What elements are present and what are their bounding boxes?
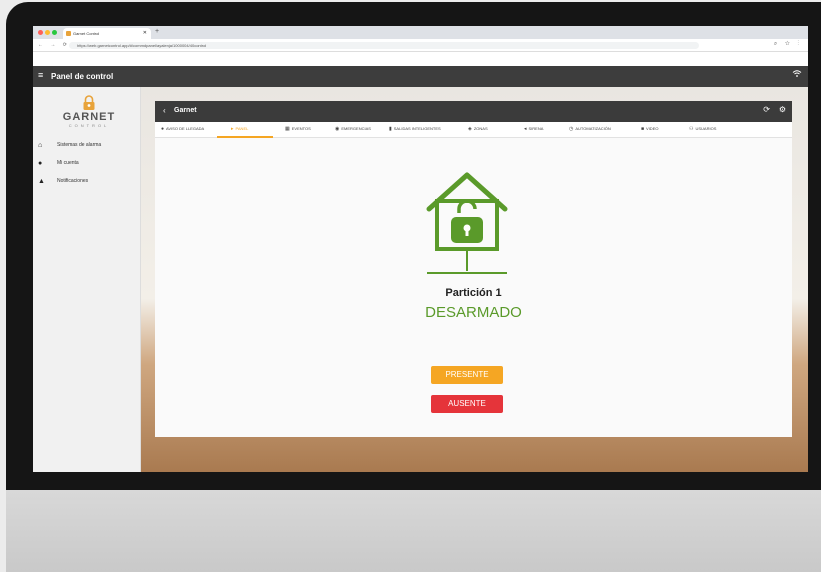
app-top-spacer [33, 52, 808, 66]
logo-subtitle: CONTROL [68, 123, 110, 128]
sidebar-item-my-account[interactable]: ● Mi cuenta [33, 157, 141, 171]
sidebar-item-label: Mi cuenta [57, 160, 79, 166]
browser-nav-icons[interactable]: ← → ⟳ [38, 42, 70, 48]
tab-label: EVENTOS [291, 126, 311, 131]
card-tabs: ● AVISO DE LLEGADA ▸ PANEL ▦ EVENTOS ◉ EMERG… [155, 122, 792, 138]
favicon-icon [66, 31, 71, 36]
tab-smart-outputs[interactable]: ▮ SALIDAS INTELIGENTES [389, 126, 441, 138]
app-title: Panel de control [51, 72, 114, 81]
video-icon: ■ [641, 126, 645, 132]
tab-label: USUARIOS [695, 126, 717, 131]
address-bar: ← → ⟳ https://web.garnetcontrol.app/#/co… [33, 39, 808, 52]
garnet-logo: GARNET CONTROL [61, 95, 117, 131]
sidebar-item-alarm-systems[interactable]: ⌂ Sistemas de alarma [33, 139, 141, 153]
card-header: ‹ Garnet ⟳ ⚙ [155, 101, 792, 122]
zones-icon: ◈ [468, 126, 472, 132]
maximize-window-dot[interactable] [52, 30, 57, 35]
tab-label: AVISO DE LLEGADA [166, 126, 205, 131]
close-tab-icon[interactable]: ✕ [143, 28, 147, 39]
tab-label: ZONAS [473, 126, 488, 131]
back-arrow-icon[interactable]: ‹ [163, 106, 166, 115]
calendar-icon: ▦ [285, 126, 290, 132]
tab-video[interactable]: ■ VIDEO [641, 126, 658, 138]
arm-present-button[interactable]: PRESENTE [431, 366, 503, 384]
alert-icon: ◉ [335, 126, 340, 132]
partition-name: Partición 1 [445, 287, 502, 299]
sidebar-item-notifications[interactable]: ▲ Notificaciones [33, 175, 141, 189]
browser-tab-title: Garnet Control [73, 31, 100, 36]
tab-users[interactable]: ⚇ USUARIOS [689, 126, 716, 138]
tab-emergencies[interactable]: ◉ EMERGENCIAS [335, 126, 371, 138]
sidebar-item-label: Sistemas de alarma [57, 142, 102, 148]
browser-tab[interactable]: Garnet Control ✕ [63, 28, 151, 39]
tab-automation[interactable]: ◷ AUTOMATIZACIÓN [569, 126, 611, 138]
tab-label: VIDEO [646, 126, 659, 131]
tab-panel[interactable]: ▸ PANEL [217, 126, 273, 138]
tab-events[interactable]: ▦ EVENTOS [285, 126, 311, 138]
url-field[interactable]: https://web.garnetcontrol.app/#/commdpan… [69, 42, 699, 49]
users-icon: ⚇ [689, 126, 694, 132]
minimize-window-dot[interactable] [45, 30, 50, 35]
plug-icon: ▮ [389, 126, 392, 132]
speaker-icon: ◂ [524, 126, 527, 132]
tab-arrival-notice[interactable]: ● AVISO DE LLEGADA [161, 126, 204, 138]
app-toolbar: ≡ Panel de control [33, 66, 808, 87]
tab-zones[interactable]: ◈ ZONAS [468, 126, 488, 138]
logo-lock-icon [83, 95, 95, 110]
menu-icon[interactable]: ≡ [38, 70, 43, 80]
arm-absent-button[interactable]: AUSENTE [431, 395, 503, 413]
browser-extension-icons[interactable]: ⌕ ☆ ⋮ [774, 41, 802, 48]
monitor-chin [6, 490, 821, 572]
refresh-icon[interactable]: ⟳ [763, 105, 770, 114]
sidebar: GARNET CONTROL ⌂ Sistemas de alarma ● Mi… [33, 87, 141, 472]
arrival-icon: ● [161, 126, 165, 132]
sidebar-item-label: Notificaciones [57, 178, 89, 184]
tab-label: PANEL [235, 126, 249, 131]
alarm-state: DESARMADO [425, 304, 522, 321]
close-window-dot[interactable] [38, 30, 43, 35]
card-title: Garnet [174, 107, 197, 114]
screen: Garnet Control ✕ + ← → ⟳ https://web.gar… [33, 26, 808, 472]
tab-label: SALIDAS INTELIGENTES [393, 126, 441, 131]
bell-icon: ▲ [38, 178, 45, 185]
logo-brand: GARNET [62, 111, 116, 123]
tab-label: EMERGENCIAS [341, 126, 371, 131]
play-icon: ▸ [231, 126, 234, 132]
user-icon: ● [38, 160, 43, 167]
disarmed-house-lock-icon [426, 172, 508, 274]
gear-icon[interactable]: ⚙ [779, 105, 786, 114]
panel-card: ‹ Garnet ⟳ ⚙ ● AVISO DE LLEGADA ▸ PANEL ▦ E… [155, 101, 792, 437]
wifi-icon [792, 69, 802, 81]
browser-tab-bar: Garnet Control ✕ + [33, 26, 808, 39]
tab-siren[interactable]: ◂ SIRENA [524, 126, 543, 138]
tab-label: AUTOMATIZACIÓN [575, 126, 611, 131]
tab-label: SIRENA [528, 126, 544, 131]
new-tab-icon[interactable]: + [155, 28, 159, 35]
home-icon: ⌂ [38, 142, 43, 149]
clock-icon: ◷ [569, 126, 574, 132]
